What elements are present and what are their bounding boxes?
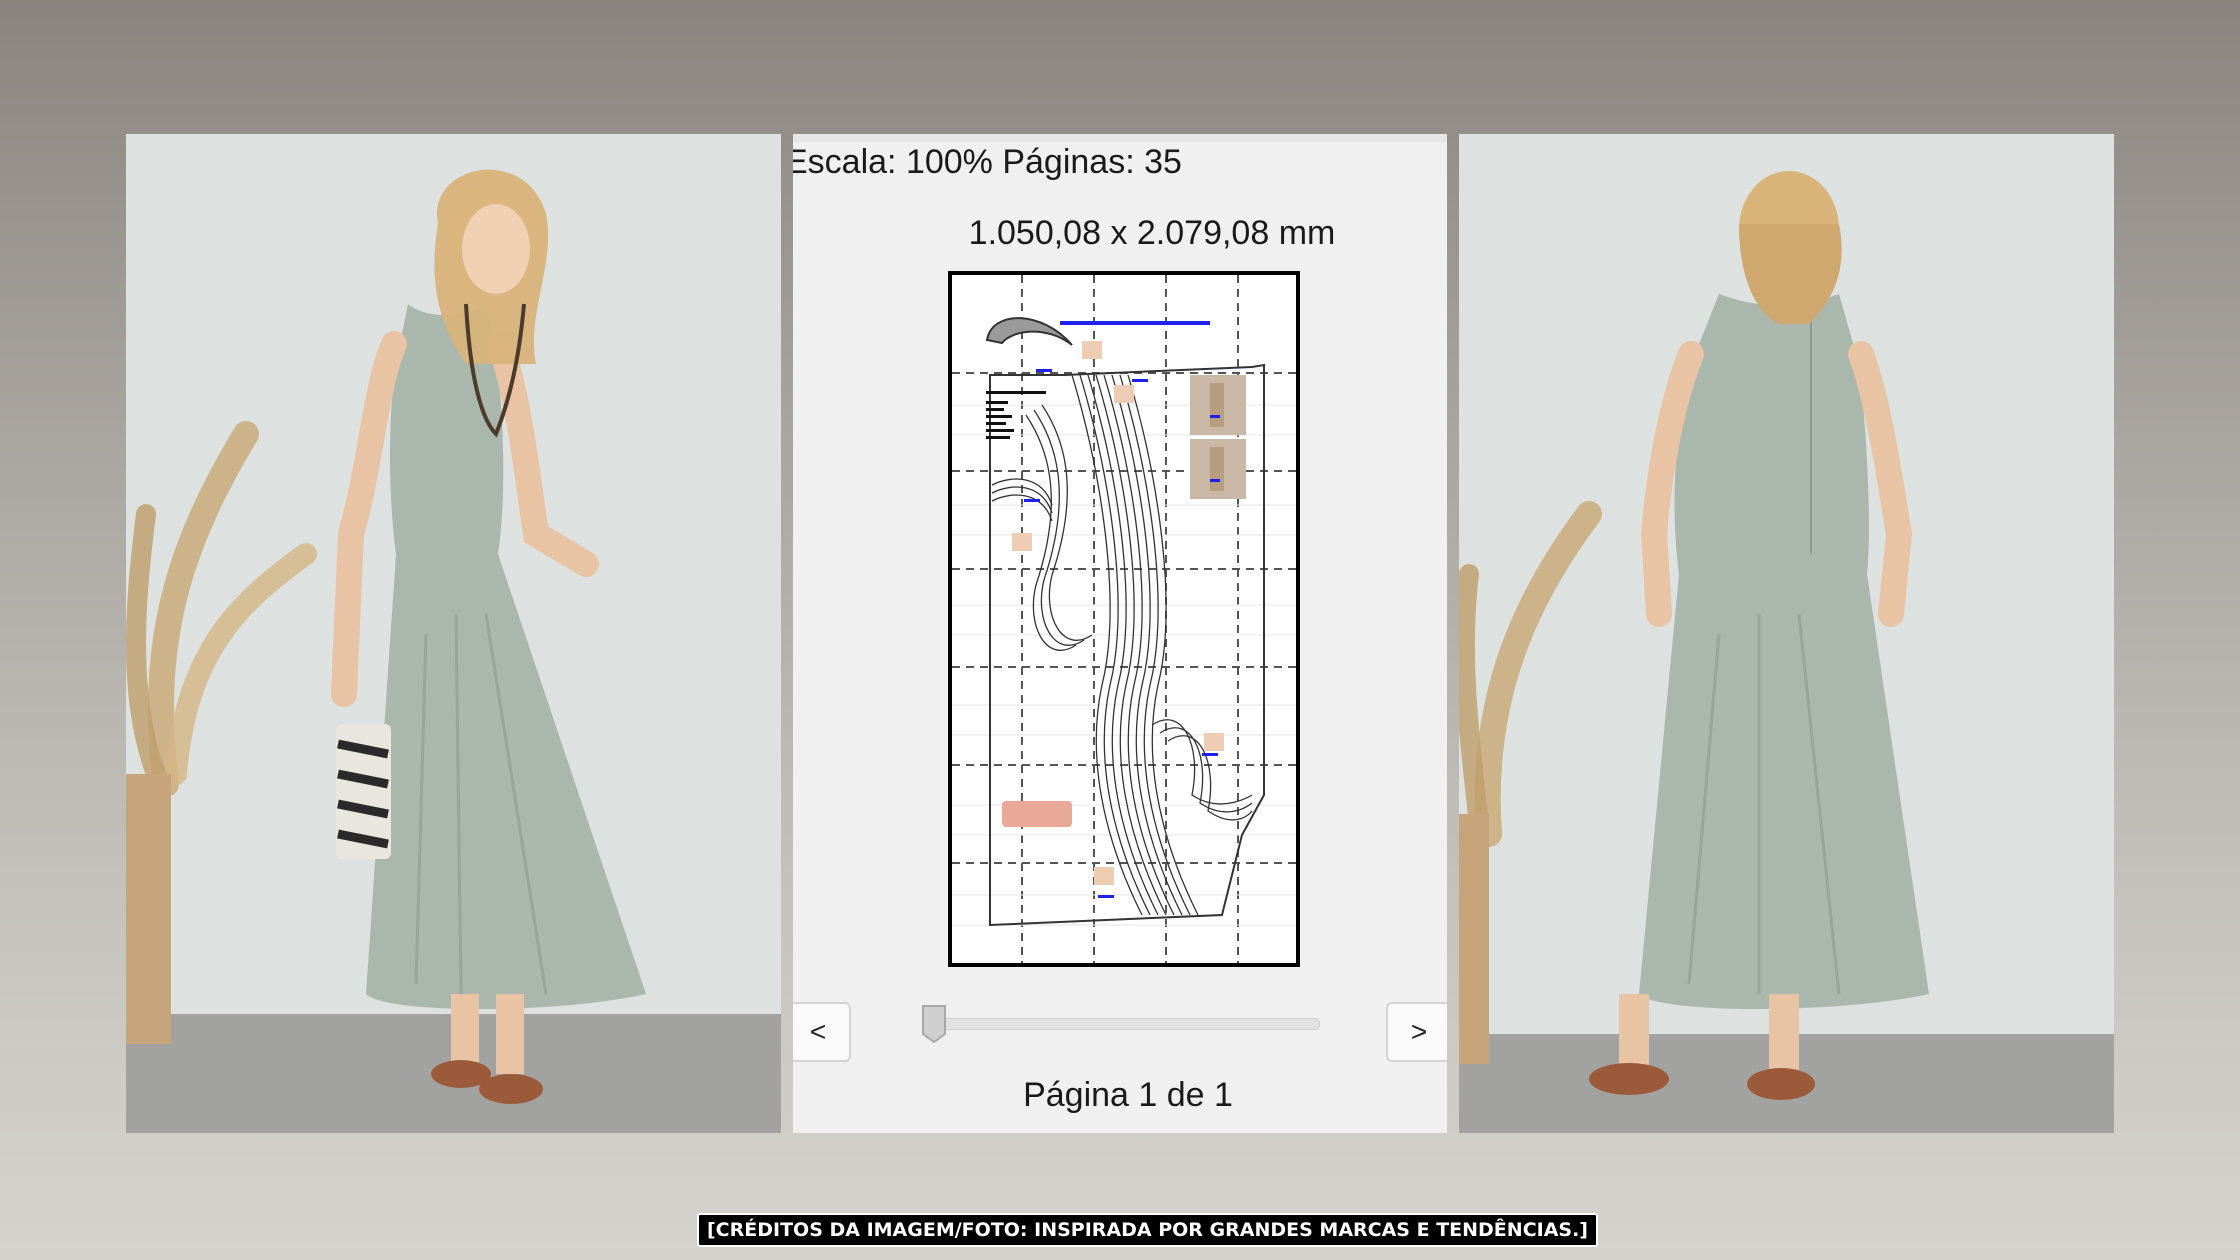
model-front-photo: [126, 134, 781, 1133]
page-slider-thumb[interactable]: [921, 1004, 947, 1044]
model-back-photo: [1459, 134, 2114, 1133]
prev-page-button[interactable]: <: [793, 1002, 851, 1062]
image-credits-caption: [CRÉDITOS DA IMAGEM/FOTO: INSPIRADA POR …: [697, 1213, 1598, 1247]
sewing-pattern-drawing: [952, 275, 1296, 963]
dimensions-label: 1.050,08 x 2.079,08 mm: [968, 214, 1336, 252]
pattern-viewer: Escala: 100% Páginas: 35 1.050,08 x 2.07…: [793, 134, 1447, 1133]
page-slider-track[interactable]: [926, 1018, 1320, 1030]
viewer-top-border: [793, 134, 1447, 142]
page-indicator: Página 1 de 1: [1023, 1076, 1233, 1114]
pattern-sheet-preview: [948, 271, 1300, 967]
scale-pages-label: Escala: 100% Páginas: 35: [793, 143, 1182, 181]
next-page-button[interactable]: >: [1386, 1002, 1447, 1062]
